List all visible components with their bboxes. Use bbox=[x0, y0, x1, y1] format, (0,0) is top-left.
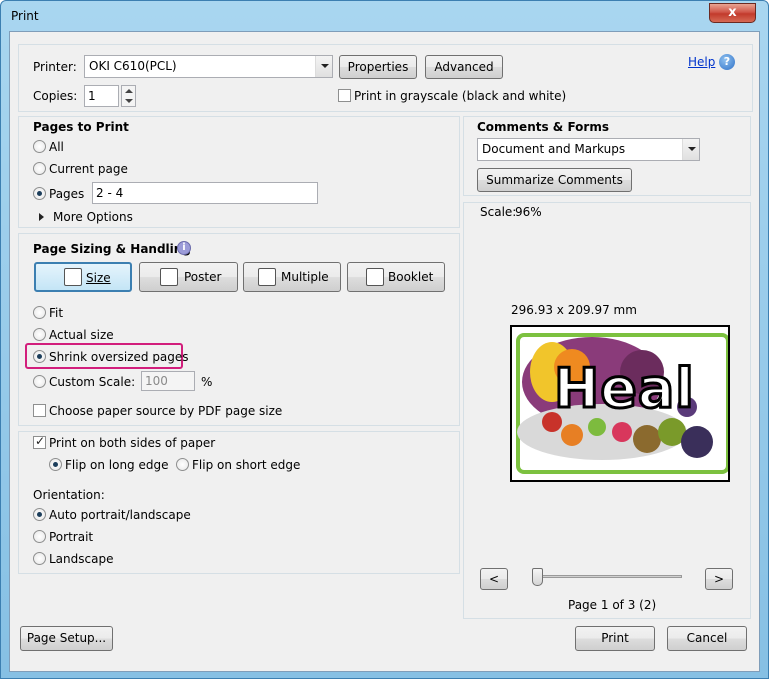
long-edge-label: Flip on long edge bbox=[65, 458, 169, 472]
size-icon bbox=[64, 268, 82, 286]
custom-scale-input[interactable]: 100 bbox=[141, 371, 195, 391]
advanced-button[interactable]: Advanced bbox=[425, 55, 503, 79]
page-preview: Heal bbox=[510, 325, 730, 482]
custom-scale-label: Custom Scale: bbox=[49, 375, 136, 389]
dialog-body: Printer: OKI C610(PCL) Properties Advanc… bbox=[9, 31, 760, 672]
booklet-icon bbox=[366, 268, 384, 286]
printer-label: Printer: bbox=[33, 60, 77, 74]
size-tab-label: Size bbox=[86, 271, 111, 285]
all-pages-label: All bbox=[49, 140, 64, 154]
long-edge-radio[interactable] bbox=[49, 458, 62, 471]
help-icon[interactable]: ? bbox=[719, 54, 735, 70]
shrink-oversized-label: Shrink oversized pages bbox=[49, 350, 189, 364]
multiple-tab-label: Multiple bbox=[281, 270, 329, 284]
chevron-down-icon bbox=[682, 139, 699, 160]
page-dimensions: 296.93 x 209.97 mm bbox=[511, 303, 637, 317]
pages-label: Pages bbox=[49, 187, 85, 201]
stepper-down-icon[interactable] bbox=[125, 99, 133, 103]
window-title: Print bbox=[11, 9, 39, 23]
page-slider-track[interactable] bbox=[534, 575, 682, 578]
fit-label: Fit bbox=[49, 306, 64, 320]
comments-forms-title: Comments & Forms bbox=[477, 120, 609, 134]
more-options-toggle[interactable]: More Options bbox=[53, 210, 133, 224]
multiple-pages-icon bbox=[258, 268, 276, 286]
stepper-up-icon[interactable] bbox=[125, 89, 133, 93]
custom-scale-value: 100 bbox=[145, 374, 168, 388]
print-dialog: Print x Printer: OKI C610(PCL) Propertie… bbox=[0, 0, 769, 679]
comments-forms-value: Document and Markups bbox=[482, 142, 626, 156]
expand-arrow-icon[interactable] bbox=[39, 213, 44, 221]
chevron-down-icon bbox=[315, 56, 332, 77]
multiple-tab-button[interactable]: Multiple bbox=[243, 262, 341, 292]
comments-forms-select[interactable]: Document and Markups bbox=[477, 138, 700, 161]
scale-label: Scale: bbox=[480, 205, 517, 219]
title-bar[interactable]: Print x bbox=[1, 1, 768, 31]
scale-value: 96% bbox=[515, 205, 542, 219]
current-page-label: Current page bbox=[49, 162, 128, 176]
paper-source-label: Choose paper source by PDF page size bbox=[49, 404, 283, 418]
print-button[interactable]: Print bbox=[575, 626, 655, 651]
size-tab-button[interactable]: Size bbox=[34, 262, 132, 292]
fit-radio[interactable] bbox=[33, 306, 46, 319]
copies-input[interactable]: 1 bbox=[84, 85, 119, 107]
previous-page-button[interactable]: < bbox=[480, 568, 508, 590]
percent-label: % bbox=[201, 375, 213, 389]
portrait-radio[interactable] bbox=[33, 530, 46, 543]
preview-banner-text: Heal bbox=[553, 356, 696, 422]
properties-button[interactable]: Properties bbox=[339, 55, 417, 79]
paper-source-checkbox[interactable] bbox=[33, 404, 46, 417]
pages-radio[interactable] bbox=[33, 187, 46, 200]
close-button[interactable]: x bbox=[709, 3, 756, 23]
auto-orientation-label: Auto portrait/landscape bbox=[49, 508, 191, 522]
poster-tab-label: Poster bbox=[184, 270, 222, 284]
page-sizing-title: Page Sizing & Handling bbox=[33, 242, 191, 256]
grayscale-checkbox[interactable] bbox=[338, 89, 351, 102]
actual-size-radio[interactable] bbox=[33, 328, 46, 341]
pages-range-input[interactable]: 2 - 4 bbox=[92, 182, 318, 204]
all-pages-radio[interactable] bbox=[33, 140, 46, 153]
short-edge-radio[interactable] bbox=[176, 458, 189, 471]
pages-range-value: 2 - 4 bbox=[96, 186, 124, 200]
printer-select-value: OKI C610(PCL) bbox=[89, 59, 177, 73]
actual-size-label: Actual size bbox=[49, 328, 114, 342]
short-edge-label: Flip on short edge bbox=[192, 458, 301, 472]
help-link[interactable]: Help bbox=[688, 55, 715, 69]
portrait-label: Portrait bbox=[49, 530, 94, 544]
poster-tab-button[interactable]: Poster bbox=[139, 262, 238, 292]
booklet-tab-label: Booklet bbox=[388, 270, 434, 284]
booklet-tab-button[interactable]: Booklet bbox=[347, 262, 445, 292]
page-indicator: Page 1 of 3 (2) bbox=[568, 598, 657, 612]
copies-value: 1 bbox=[88, 89, 96, 103]
landscape-radio[interactable] bbox=[33, 552, 46, 565]
page-slider-thumb[interactable] bbox=[532, 568, 543, 586]
both-sides-checkbox[interactable] bbox=[33, 434, 46, 449]
printer-select[interactable]: OKI C610(PCL) bbox=[84, 55, 333, 78]
info-icon[interactable]: i bbox=[177, 241, 191, 255]
poster-icon bbox=[160, 268, 178, 286]
landscape-label: Landscape bbox=[49, 552, 114, 566]
current-page-radio[interactable] bbox=[33, 162, 46, 175]
page-setup-button[interactable]: Page Setup... bbox=[20, 626, 113, 651]
both-sides-label: Print on both sides of paper bbox=[49, 436, 216, 450]
next-page-button[interactable]: > bbox=[705, 568, 733, 590]
grayscale-label: Print in grayscale (black and white) bbox=[354, 89, 567, 103]
orientation-label: Orientation: bbox=[33, 488, 105, 502]
copies-stepper[interactable] bbox=[121, 85, 136, 107]
pages-to-print-title: Pages to Print bbox=[33, 120, 129, 134]
summarize-comments-button[interactable]: Summarize Comments bbox=[477, 168, 632, 192]
copies-label: Copies: bbox=[33, 89, 78, 103]
cancel-button[interactable]: Cancel bbox=[667, 626, 747, 651]
auto-orientation-radio[interactable] bbox=[33, 508, 46, 521]
custom-scale-radio[interactable] bbox=[33, 375, 46, 388]
shrink-oversized-radio[interactable] bbox=[33, 350, 46, 363]
